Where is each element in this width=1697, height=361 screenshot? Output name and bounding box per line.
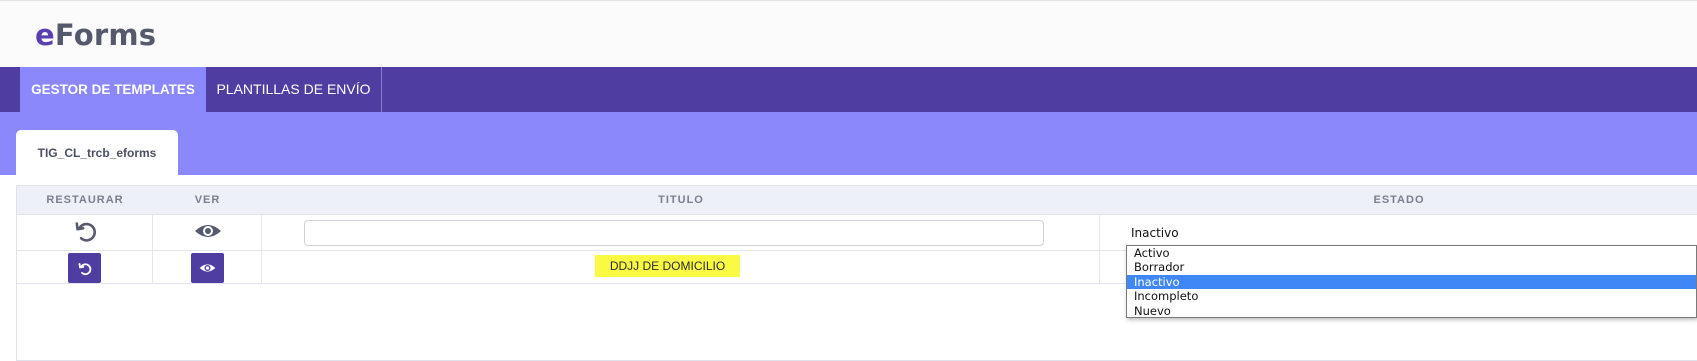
- option-incompleto[interactable]: Incompleto: [1127, 289, 1696, 303]
- undo-icon: [78, 263, 92, 276]
- header-ver[interactable]: VER: [153, 186, 262, 214]
- titulo-filter-input[interactable]: [304, 220, 1044, 246]
- tab-tig-cl-trcb-eforms[interactable]: TIG_CL_trcb_eforms: [16, 130, 178, 175]
- table-header: RESTAURAR VER TITULO ESTADO: [17, 186, 1697, 215]
- option-nuevo[interactable]: Nuevo: [1127, 304, 1696, 318]
- eye-icon: [199, 264, 216, 272]
- estado-dropdown-list: Activo Borrador Inactivo Incompleto Nuev…: [1126, 245, 1697, 318]
- restore-button[interactable]: [68, 253, 101, 283]
- app-header: eForms: [0, 0, 1697, 67]
- option-borrador[interactable]: Borrador: [1127, 260, 1696, 274]
- option-activo[interactable]: Activo: [1127, 246, 1696, 260]
- header-estado[interactable]: ESTADO: [1100, 186, 1697, 214]
- estado-select[interactable]: Inactivo: [1120, 223, 1697, 243]
- header-restaurar[interactable]: RESTAURAR: [17, 186, 153, 214]
- app-logo: eForms: [35, 18, 157, 52]
- titulo-cell: DDJJ DE DOMICILIO: [595, 255, 740, 277]
- option-inactivo[interactable]: Inactivo: [1127, 274, 1696, 290]
- sub-tab-bar: TIG_CL_trcb_eforms: [0, 112, 1697, 175]
- main-nav: GESTOR DE TEMPLATES PLANTILLAS DE ENVÍO: [0, 67, 1697, 112]
- tab-plantillas-de-envio[interactable]: PLANTILLAS DE ENVÍO: [206, 67, 382, 112]
- tab-gestor-de-templates[interactable]: GESTOR DE TEMPLATES: [20, 67, 206, 112]
- header-titulo[interactable]: TITULO: [262, 186, 1100, 214]
- view-button[interactable]: [191, 253, 224, 283]
